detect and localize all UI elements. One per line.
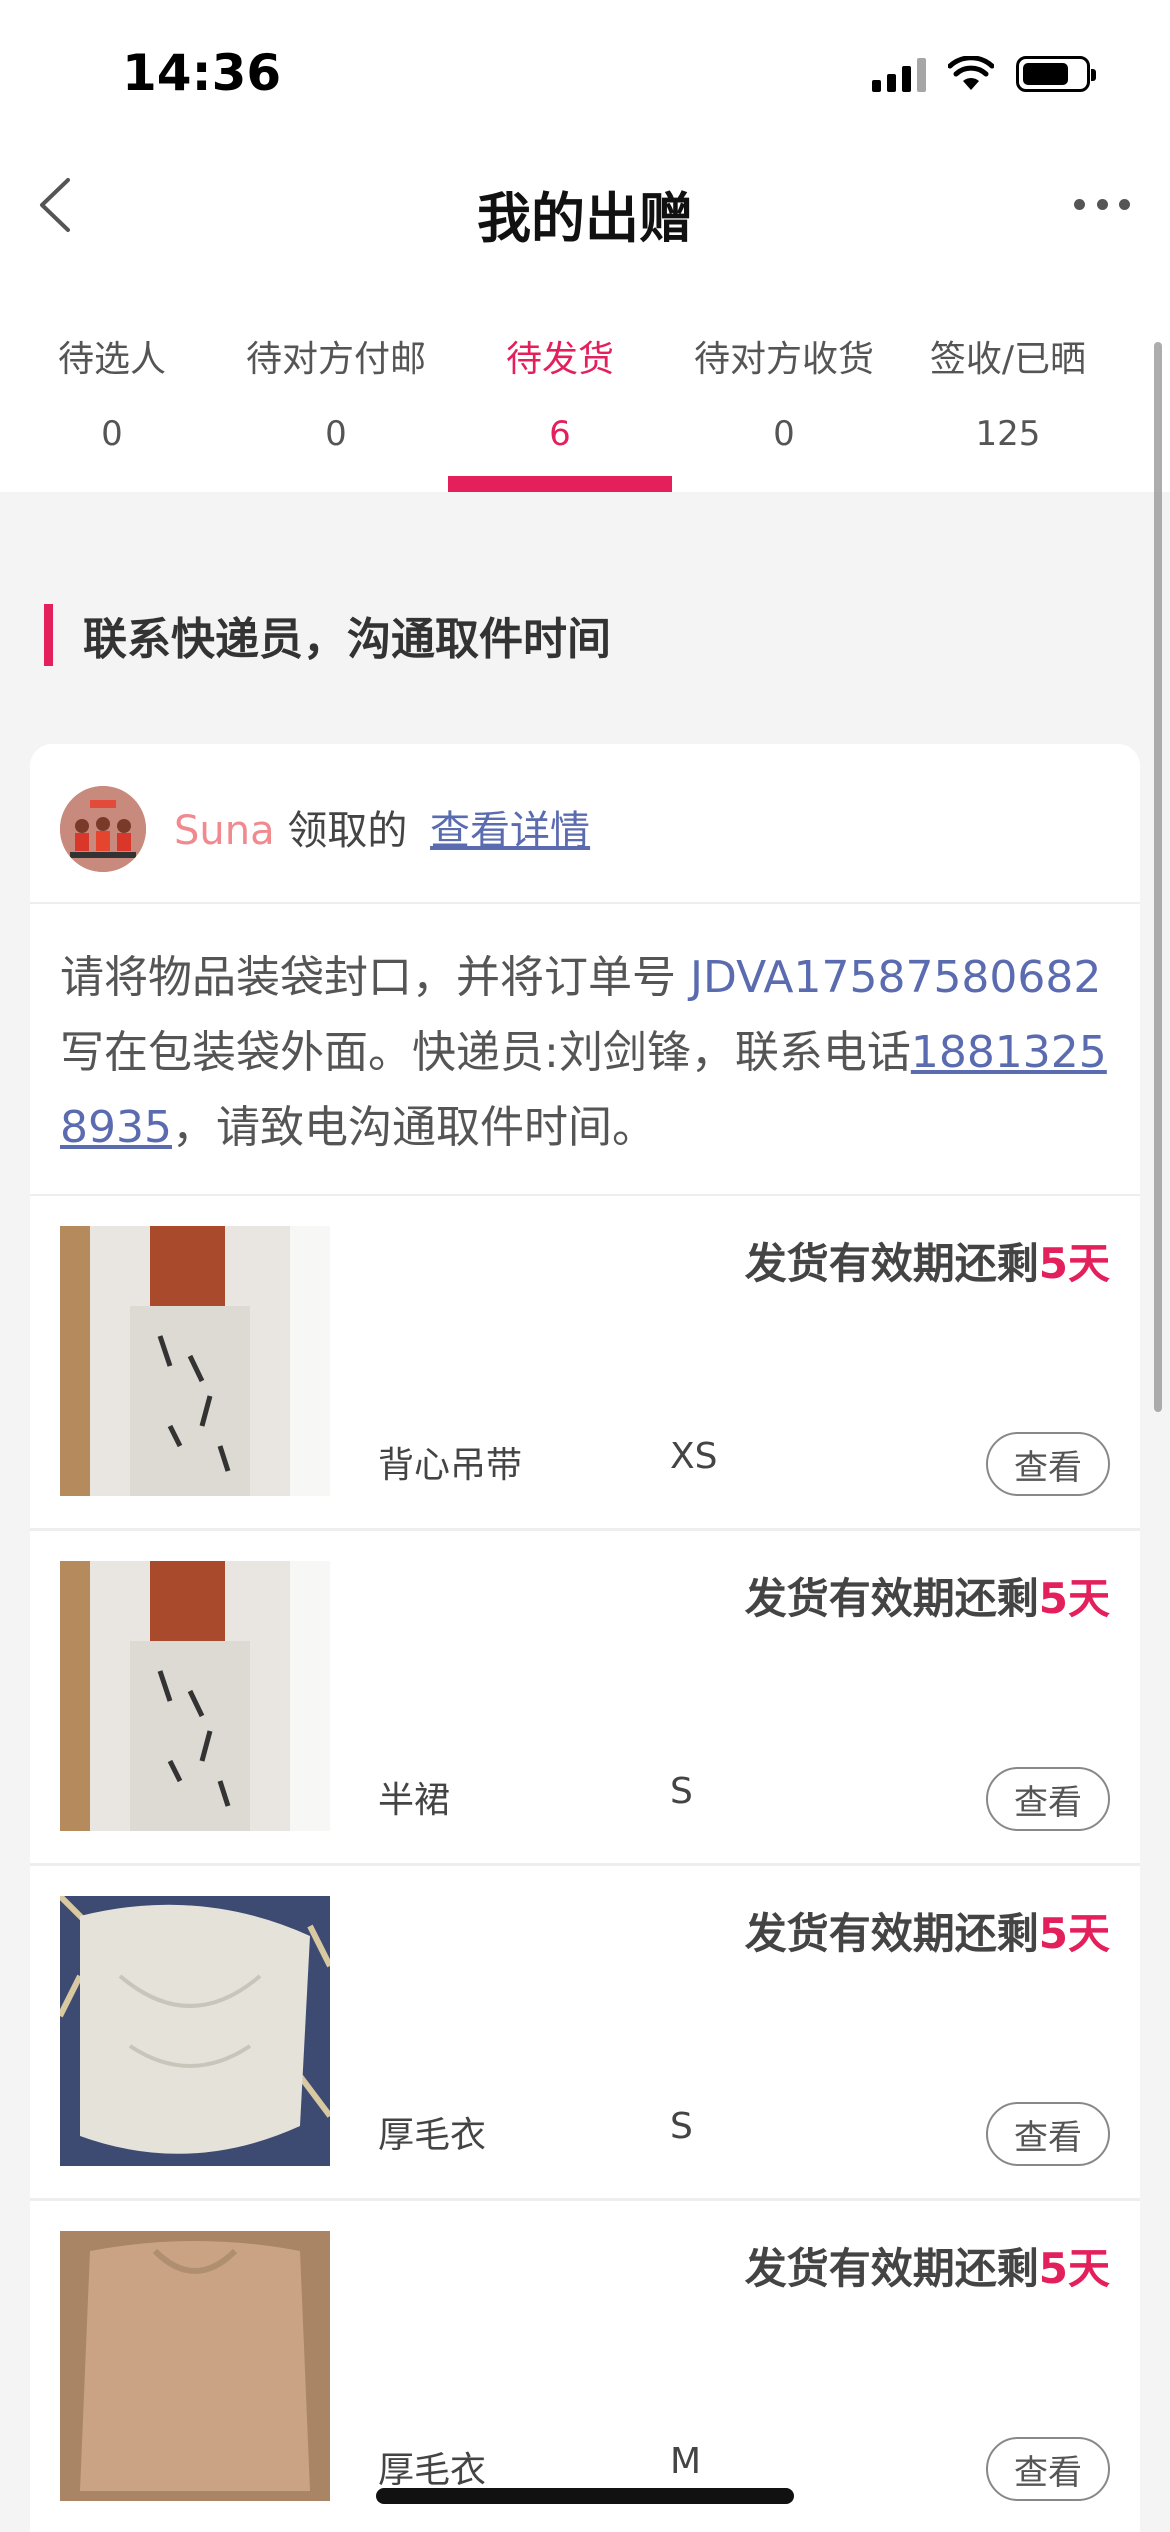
shipping-deadline: 发货有效期还剩5天 [745,1230,1110,1291]
tab-label: 待对方付邮 [245,339,426,380]
cellular-signal-icon [872,56,926,92]
claimer-row: Suna 领取的 查看详情 [30,744,1140,904]
tab-count: 0 [325,414,347,454]
notice-suffix: ，请致电沟通取件时间。 [171,1102,656,1153]
item-photo[interactable] [60,2231,330,2501]
tab-label: 待发货 [505,339,614,380]
item-photo[interactable] [60,1561,330,1831]
shipping-deadline: 发货有效期还剩5天 [745,1565,1110,1626]
section-header: 联系快递员，沟通取件时间 [44,604,611,666]
tab-received-shared[interactable]: 签收/已晒 125 [896,260,1120,492]
more-options-icon[interactable] [1070,182,1134,226]
shipping-deadline: 发货有效期还剩5天 [745,2235,1110,2296]
item-name: 半裙 [378,1780,451,1821]
status-bar: 14:36 [0,0,1170,150]
tab-count: 0 [773,414,795,454]
deadline-label: 发货有效期还剩 [744,1574,1039,1623]
home-indicator[interactable] [376,2488,794,2504]
list-item: 发货有效期还剩5天 半裙 S 查看 [30,1531,1140,1866]
tab-label: 待对方收货 [693,339,874,380]
view-details-link[interactable]: 查看详情 [430,808,590,854]
nav-bar: 我的出赠 [0,150,1170,260]
deadline-label: 发货有效期还剩 [744,1909,1039,1958]
item-photo[interactable] [60,1896,330,2166]
notice-prefix: 请将物品装袋封口，并将订单号 [60,952,690,1003]
section-accent-bar [44,604,53,666]
view-item-button[interactable]: 查看 [986,1767,1110,1831]
claimer-text: Suna 领取的 查看详情 [174,798,590,856]
shipping-deadline: 发货有效期还剩5天 [745,1900,1110,1961]
item-size: XS [670,1436,718,1477]
status-icons [872,52,1096,96]
claimer-avatar[interactable] [60,786,146,872]
deadline-days: 5天 [1038,1239,1110,1288]
view-item-button[interactable]: 查看 [986,2437,1110,2501]
shipping-instructions: 请将物品装袋封口，并将订单号 JDVA17587580682 写在包装袋外面。快… [30,904,1140,1196]
shipment-card: Suna 领取的 查看详情 请将物品装袋封口，并将订单号 JDVA1758758… [30,744,1140,2532]
active-tab-indicator [448,476,672,492]
tab-pending-receipt[interactable]: 待对方收货 0 [672,260,896,492]
list-item: 发货有效期还剩5天 厚毛衣 M 查看 [30,2201,1140,2532]
scrollbar[interactable] [1154,342,1162,1412]
list-item: 发货有效期还剩5天 背心吊带 XS 查看 [30,1196,1140,1531]
tab-pending-shipment[interactable]: 待发货 6 [448,260,672,492]
tab-pending-select[interactable]: 待选人 0 [0,260,224,492]
item-name: 背心吊带 [378,1445,523,1486]
tab-label: 待选人 [57,339,166,380]
item-photo[interactable] [60,1226,330,1496]
item-name: 厚毛衣 [378,2450,487,2491]
tab-pending-postage[interactable]: 待对方付邮 0 [224,260,448,492]
item-size: S [670,2106,693,2147]
battery-icon [1016,56,1096,92]
deadline-label: 发货有效期还剩 [744,2244,1039,2293]
list-item: 发货有效期还剩5天 厚毛衣 S 查看 [30,1866,1140,2201]
view-item-button[interactable]: 查看 [986,1432,1110,1496]
claimer-name: Suna [174,808,275,854]
deadline-days: 5天 [1038,1909,1110,1958]
order-number: JDVA17587580682 [690,952,1102,1003]
status-time: 14:36 [122,44,282,102]
tab-count: 6 [549,414,571,454]
notice-middle: 写在包装袋外面。快递员:刘剑锋，联系电话 [60,1027,911,1078]
deadline-days: 5天 [1038,1574,1110,1623]
item-size: M [670,2441,702,2482]
tab-label: 签收/已晒 [929,339,1087,380]
deadline-label: 发货有效期还剩 [744,1239,1039,1288]
wifi-icon [948,56,994,90]
claimed-label: 领取的 [274,808,421,854]
deadline-days: 5天 [1038,2244,1110,2293]
page-title: 我的出赠 [477,187,693,250]
item-size: S [670,1771,693,1812]
tab-count: 0 [101,414,123,454]
tab-count: 125 [975,414,1041,454]
status-tabs: 待选人 0 待对方付邮 0 待发货 6 待对方收货 0 签收/已晒 125 [0,260,1170,492]
view-item-button[interactable]: 查看 [986,2102,1110,2166]
section-title: 联系快递员，沟通取件时间 [83,614,611,665]
item-name: 厚毛衣 [378,2115,487,2156]
